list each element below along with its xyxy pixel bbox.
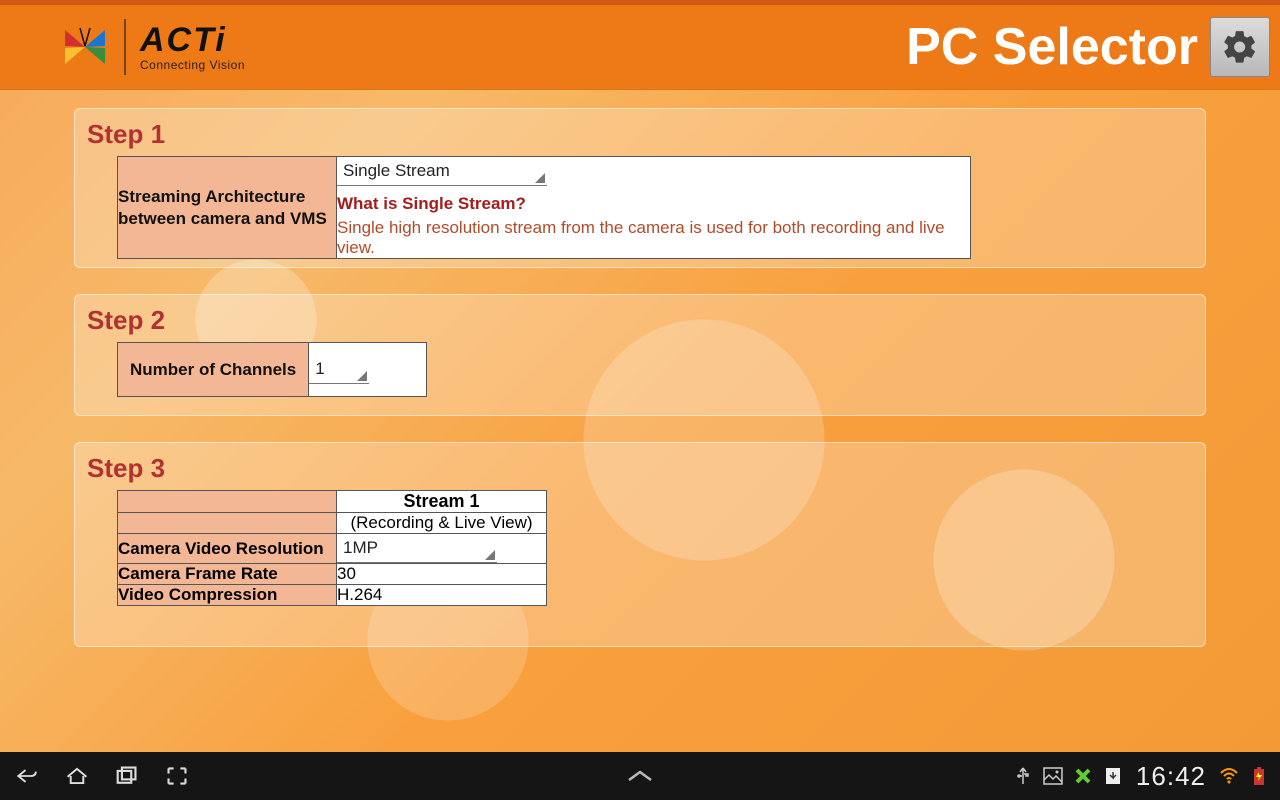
- system-navbar: 16:42: [0, 752, 1280, 800]
- table-row: Video Compression H.264: [118, 585, 547, 606]
- step1-card: Step 1 Streaming Architecture between ca…: [74, 108, 1206, 268]
- screenshot-icon: [166, 764, 188, 788]
- brand-logo: ACTi Connecting Vision: [60, 19, 245, 75]
- table-row: Camera Video Resolution 1MP: [118, 534, 547, 564]
- step2-card: Step 2 Number of Channels 1: [74, 294, 1206, 416]
- page-title: PC Selector: [906, 17, 1198, 77]
- step3-col-sub: (Recording & Live View): [337, 513, 547, 534]
- step2-label: Number of Channels: [130, 360, 296, 379]
- row-label: Camera Frame Rate: [118, 564, 278, 583]
- step1-help-question: What is Single Stream?: [337, 194, 970, 214]
- battery-icon: [1248, 765, 1270, 787]
- row-label: Video Compression: [118, 585, 277, 604]
- resolution-select[interactable]: 1MP: [337, 534, 497, 563]
- brand-tagline: Connecting Vision: [140, 59, 245, 71]
- wifi-icon: [1218, 765, 1240, 787]
- compression-value: H.264: [337, 585, 382, 604]
- step2-title: Step 2: [87, 305, 1193, 336]
- brand-name: ACTi: [140, 23, 245, 57]
- sync-icon: [1072, 765, 1094, 787]
- clock: 16:42: [1136, 761, 1206, 792]
- usb-icon: [1012, 765, 1034, 787]
- back-button[interactable]: [16, 765, 38, 787]
- app-header: ACTi Connecting Vision PC Selector: [0, 5, 1280, 90]
- step1-label: Streaming Architecture between camera an…: [118, 187, 327, 227]
- screenshot-button[interactable]: [166, 765, 188, 787]
- frame-rate-value: 30: [337, 564, 356, 583]
- streaming-architecture-select[interactable]: Single Stream: [337, 157, 547, 186]
- step3-card: Step 3 Stream 1 (Recording & Live View) …: [74, 442, 1206, 647]
- download-icon: [1102, 765, 1124, 787]
- recents-button[interactable]: [116, 765, 138, 787]
- row-label: Camera Video Resolution: [118, 539, 324, 558]
- step1-help-answer: Single high resolution stream from the c…: [337, 218, 970, 258]
- step3-col-header: Stream 1: [337, 491, 547, 513]
- step1-title: Step 1: [87, 119, 1193, 150]
- home-button[interactable]: [66, 765, 88, 787]
- step3-blank-header: [118, 491, 337, 513]
- table-row: Camera Frame Rate 30: [118, 564, 547, 585]
- channels-select[interactable]: 1: [309, 355, 369, 384]
- recents-icon: [116, 764, 138, 788]
- back-icon: [16, 764, 38, 788]
- gear-icon: [1221, 28, 1259, 66]
- home-icon: [66, 764, 88, 788]
- butterfly-icon: [60, 22, 110, 72]
- step3-title: Step 3: [87, 453, 1193, 484]
- gallery-icon: [1042, 765, 1064, 787]
- settings-button[interactable]: [1210, 17, 1270, 77]
- expand-button[interactable]: [625, 768, 655, 784]
- chevron-up-icon: [625, 768, 655, 784]
